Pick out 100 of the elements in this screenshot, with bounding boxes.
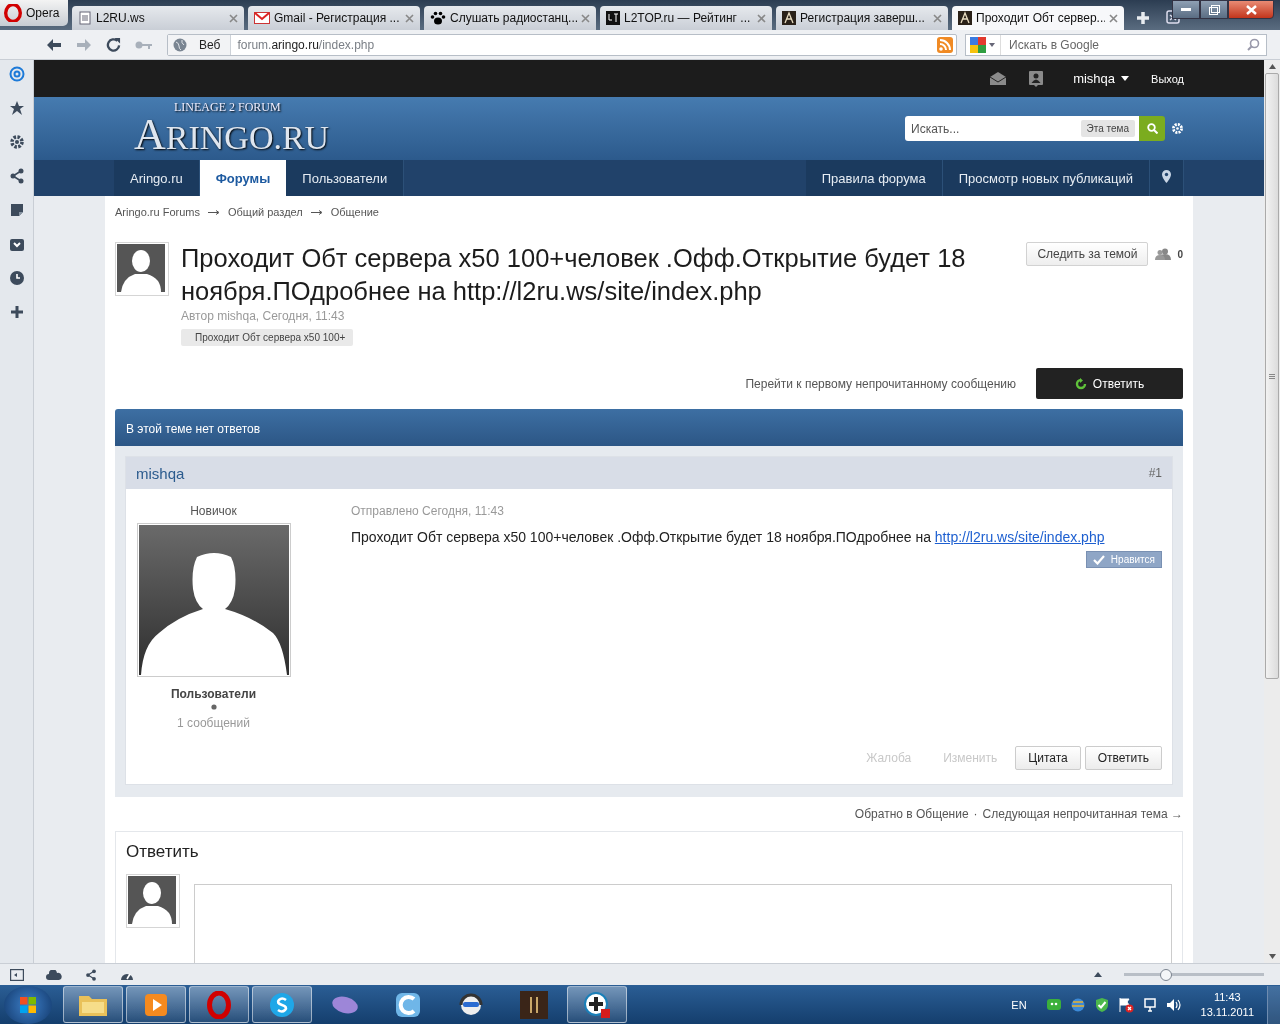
browser-tab[interactable]: Проходит Обт сервер... (952, 6, 1124, 30)
chat-icon[interactable] (1045, 996, 1062, 1013)
user-group: Пользователи (170, 687, 257, 701)
tab-title: Регистрация заверш... (800, 11, 926, 25)
browser-tab[interactable]: L2TOP.ru — Рейтинг ... (600, 6, 772, 30)
breadcrumb-link[interactable]: Aringo.ru Forums (115, 206, 200, 218)
nav-tab[interactable]: Aringo.ru (114, 160, 200, 196)
separator-dot: · (973, 807, 978, 821)
breadcrumb-link[interactable]: Общение (330, 206, 379, 218)
post-number[interactable]: #1 (1148, 466, 1162, 480)
logout-link[interactable]: Выход (1151, 72, 1184, 85)
nav-tab[interactable]: Форумы (199, 160, 287, 196)
close-icon[interactable] (1109, 13, 1118, 23)
browser-tab[interactable]: Регистрация заверш... (776, 6, 948, 30)
envelope-icon (254, 12, 270, 24)
taskbar-app-button[interactable] (126, 986, 186, 1023)
play-icon (144, 992, 168, 1017)
up-arrow-icon[interactable] (1094, 972, 1102, 977)
settings-icon[interactable] (8, 134, 25, 150)
flag-error-icon[interactable] (1117, 996, 1134, 1013)
search-icon[interactable] (1247, 38, 1260, 51)
browser-tab[interactable]: Слушать радиостанц... (424, 6, 596, 30)
topic-meta: Автор mishqa, Сегодня, 11:43 (181, 309, 346, 323)
close-icon[interactable] (933, 13, 942, 23)
post-link[interactable]: http://l2ru.ws/site/index.php (934, 529, 1105, 545)
panel-toggle-icon[interactable] (10, 968, 24, 981)
plus-icon[interactable] (8, 304, 25, 320)
share-icon[interactable] (8, 168, 25, 184)
taskbar-app-button[interactable] (252, 986, 312, 1023)
close-window-button[interactable] (1228, 0, 1274, 19)
taskbar-app-button[interactable] (63, 986, 123, 1023)
search-button[interactable] (1139, 116, 1165, 141)
web-scope-label[interactable]: Веб (168, 34, 232, 55)
scrollbar[interactable] (1264, 60, 1280, 963)
avatar-placeholder (115, 242, 169, 296)
breadcrumb-link[interactable]: Общий раздел (228, 206, 303, 218)
author-link[interactable]: mishqa (136, 464, 185, 482)
minimize-button[interactable] (1172, 0, 1200, 19)
scroll-down-icon[interactable] (1268, 954, 1276, 959)
first-unread-link[interactable]: Перейти к первому непрочитанному сообщению (745, 376, 1016, 391)
close-icon[interactable] (229, 13, 238, 23)
nav-tab[interactable]: Пользователи (286, 160, 405, 196)
clock[interactable]: 11:43 13.11.2011 (1200, 989, 1254, 1020)
close-icon[interactable] (405, 13, 414, 23)
post-action-button[interactable]: Цитата (1015, 746, 1081, 770)
scroll-thumb[interactable] (1265, 73, 1279, 679)
topic-tag[interactable]: Проходит Обт сервера x50 100+ (181, 329, 354, 346)
close-icon[interactable] (757, 13, 766, 23)
back-icon[interactable] (46, 37, 62, 52)
next-topic-link[interactable]: Следующая непрочитанная тема → (982, 807, 1183, 821)
envelope-icon[interactable] (989, 71, 1008, 86)
language-indicator[interactable]: EN (1011, 998, 1027, 1011)
reload-icon[interactable] (106, 37, 121, 52)
browser-tab[interactable]: Gmail - Регистрация ... (248, 6, 420, 30)
clock-icon[interactable] (8, 270, 25, 286)
user-rank: Новичок (190, 504, 237, 518)
close-icon[interactable] (581, 13, 590, 23)
post-action-button[interactable]: Ответить (1084, 746, 1162, 770)
script-letter-icon (782, 11, 796, 25)
start-button[interactable] (4, 985, 52, 1024)
dark-square-icon (606, 11, 620, 25)
address-field[interactable]: Веб forum.aringo.ru/index.php (167, 33, 957, 56)
forum-logo[interactable]: LINEAGE 2 FORUM ARINGO.RU (134, 100, 330, 157)
nav-link[interactable]: Просмотр новых публикаций (942, 160, 1150, 196)
search-engine-logo-icon[interactable] (970, 36, 996, 53)
topic-title: Проходит Обт сервера x50 100+человек .Офф.Открытие будет 18 ноября.ПОдробнее на http://l2ru.ws/site/index.php (181, 243, 967, 307)
note-icon[interactable] (8, 202, 25, 218)
nav-link[interactable]: Правила форума (805, 160, 943, 196)
cloud-icon[interactable] (46, 969, 62, 980)
search-engine-field[interactable]: Искать в Google (965, 33, 1267, 56)
search-field[interactable]: Искать... Эта тема (905, 116, 1139, 141)
follow-button[interactable]: Следить за темой (1026, 242, 1149, 266)
reply-button[interactable]: Ответить (1036, 368, 1183, 399)
download-icon[interactable] (8, 236, 25, 252)
person-card-icon[interactable] (1029, 70, 1044, 87)
at-sign-icon[interactable] (8, 66, 25, 82)
shield-check-icon[interactable] (1093, 996, 1110, 1013)
caret-icon (1121, 76, 1130, 81)
zoom-slider-thumb[interactable] (1160, 968, 1172, 981)
people-icon (1154, 248, 1172, 260)
new-tab-icon[interactable] (1136, 11, 1150, 25)
user-menu-button[interactable]: mishqa (1073, 71, 1130, 86)
opera-menu-button[interactable]: Opera (0, 0, 68, 26)
post-text: Проходит Обт сервера x50 100+человек .Офф.Открытие будет 18 ноября.ПОдробнее на http://l2ru.ws/site/index.php (351, 529, 1106, 545)
search-scope-chip[interactable]: Эта тема (1080, 120, 1135, 137)
plus-icon (583, 990, 611, 1019)
star-icon[interactable] (8, 100, 25, 116)
monitor-icon[interactable] (1141, 996, 1158, 1013)
follower-count: 0 (1177, 248, 1183, 260)
back-link[interactable]: Обратно в Общение (854, 807, 969, 821)
scroll-up-icon[interactable] (1268, 64, 1276, 69)
map-pin-button[interactable] (1150, 160, 1184, 196)
network-globe-icon[interactable] (1069, 996, 1086, 1013)
topic-banner: В этой теме нет ответов (115, 409, 1183, 446)
browser-tab[interactable]: L2RU.ws (72, 6, 244, 30)
share-icon[interactable] (84, 968, 98, 981)
maximize-button[interactable] (1200, 0, 1228, 19)
check-icon (1092, 554, 1105, 565)
arrow-icon (208, 209, 220, 215)
taskbar-app-button[interactable] (567, 986, 627, 1023)
